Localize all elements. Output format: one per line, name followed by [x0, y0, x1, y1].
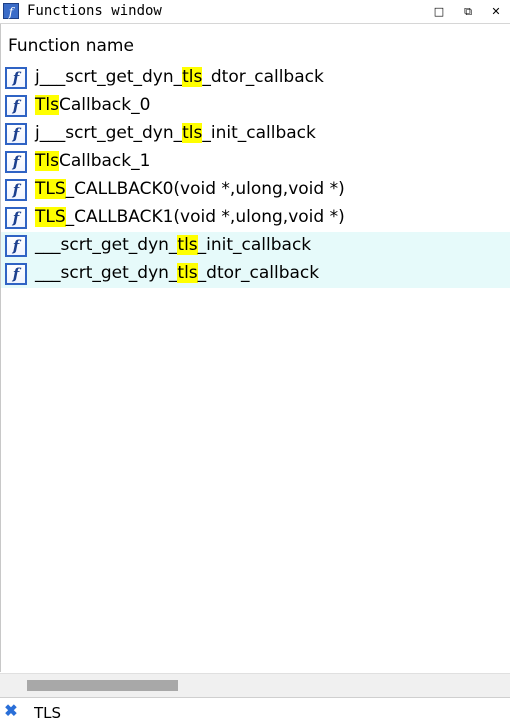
window-title: Functions window	[27, 3, 162, 19]
function-name: ___scrt_get_dyn_tls_init_callback	[35, 235, 311, 255]
close-icon[interactable]: ✕	[489, 5, 503, 19]
name-segment: _dtor_callback	[202, 67, 324, 87]
name-segment: Callback_0	[58, 95, 151, 115]
match-highlight: tls	[182, 67, 203, 87]
table-row[interactable]: f TLS_CALLBACK1(void *,ulong,void *)	[1, 204, 510, 232]
table-row[interactable]: f TlsCallback_1	[1, 148, 510, 176]
function-icon: f	[3, 3, 19, 19]
function-icon: f	[5, 95, 27, 117]
horizontal-scrollbar[interactable]	[0, 673, 510, 697]
function-name: j___scrt_get_dyn_tls_dtor_callback	[35, 67, 324, 87]
function-name: TLS_CALLBACK1(void *,ulong,void *)	[35, 207, 345, 227]
function-icon: f	[5, 207, 27, 229]
function-name: ___scrt_get_dyn_tls_dtor_callback	[35, 263, 319, 283]
scrollbar-thumb[interactable]	[27, 680, 178, 691]
function-icon: f	[5, 263, 27, 285]
name-segment: _CALLBACK1(void *,ulong,void *)	[65, 207, 345, 227]
table-row[interactable]: f TlsCallback_0	[1, 92, 510, 120]
minimize-icon[interactable]: □	[432, 5, 446, 19]
name-segment: _init_callback	[202, 123, 316, 143]
table-row[interactable]: f j___scrt_get_dyn_tls_init_callback	[1, 120, 510, 148]
function-icon: f	[5, 67, 27, 89]
function-name: TlsCallback_0	[35, 95, 150, 115]
name-segment: _dtor_callback	[197, 263, 320, 283]
match-highlight: Tls	[35, 95, 59, 115]
close-filter-icon[interactable]: ✖	[3, 704, 19, 720]
function-icon: f	[5, 123, 27, 145]
function-icon: f	[5, 151, 27, 173]
function-list: f j___scrt_get_dyn_tls_dtor_callback f TlsC…	[1, 64, 510, 288]
match-highlight: tls	[177, 235, 198, 255]
match-highlight: TLS	[35, 179, 66, 199]
functions-list-panel: Function name f j___scrt_get_dyn_tls_dtor…	[0, 24, 510, 672]
name-segment: j___scrt_get_dyn_	[35, 67, 183, 87]
restore-icon[interactable]: ⧉	[461, 5, 475, 19]
column-header-function-name[interactable]: Function name	[8, 36, 134, 56]
name-segment: _CALLBACK0(void *,ulong,void *)	[65, 179, 345, 199]
name-segment: j___scrt_get_dyn_	[35, 123, 183, 143]
table-row[interactable]: f j___scrt_get_dyn_tls_dtor_callback	[1, 64, 510, 92]
table-row[interactable]: f TLS_CALLBACK0(void *,ulong,void *)	[1, 176, 510, 204]
table-row[interactable]: f ___scrt_get_dyn_tls_init_callback	[1, 232, 510, 260]
match-highlight: TLS	[35, 207, 66, 227]
match-highlight: tls	[177, 263, 198, 283]
title-bar: f Functions window □ ⧉ ✕	[0, 0, 510, 24]
match-highlight: Tls	[35, 151, 59, 171]
name-segment: ___scrt_get_dyn_	[35, 235, 178, 255]
name-segment: _init_callback	[197, 235, 312, 255]
name-segment: Callback_1	[58, 151, 151, 171]
match-highlight: tls	[182, 123, 203, 143]
function-icon: f	[5, 179, 27, 201]
function-name: j___scrt_get_dyn_tls_init_callback	[35, 123, 316, 143]
function-name: TLS_CALLBACK0(void *,ulong,void *)	[35, 179, 345, 199]
filter-bar: ✖	[0, 697, 510, 727]
function-name: TlsCallback_1	[35, 151, 150, 171]
filter-input[interactable]	[34, 703, 494, 723]
name-segment: ___scrt_get_dyn_	[35, 263, 178, 283]
function-icon: f	[5, 235, 27, 257]
table-row[interactable]: f ___scrt_get_dyn_tls_dtor_callback	[1, 260, 510, 288]
